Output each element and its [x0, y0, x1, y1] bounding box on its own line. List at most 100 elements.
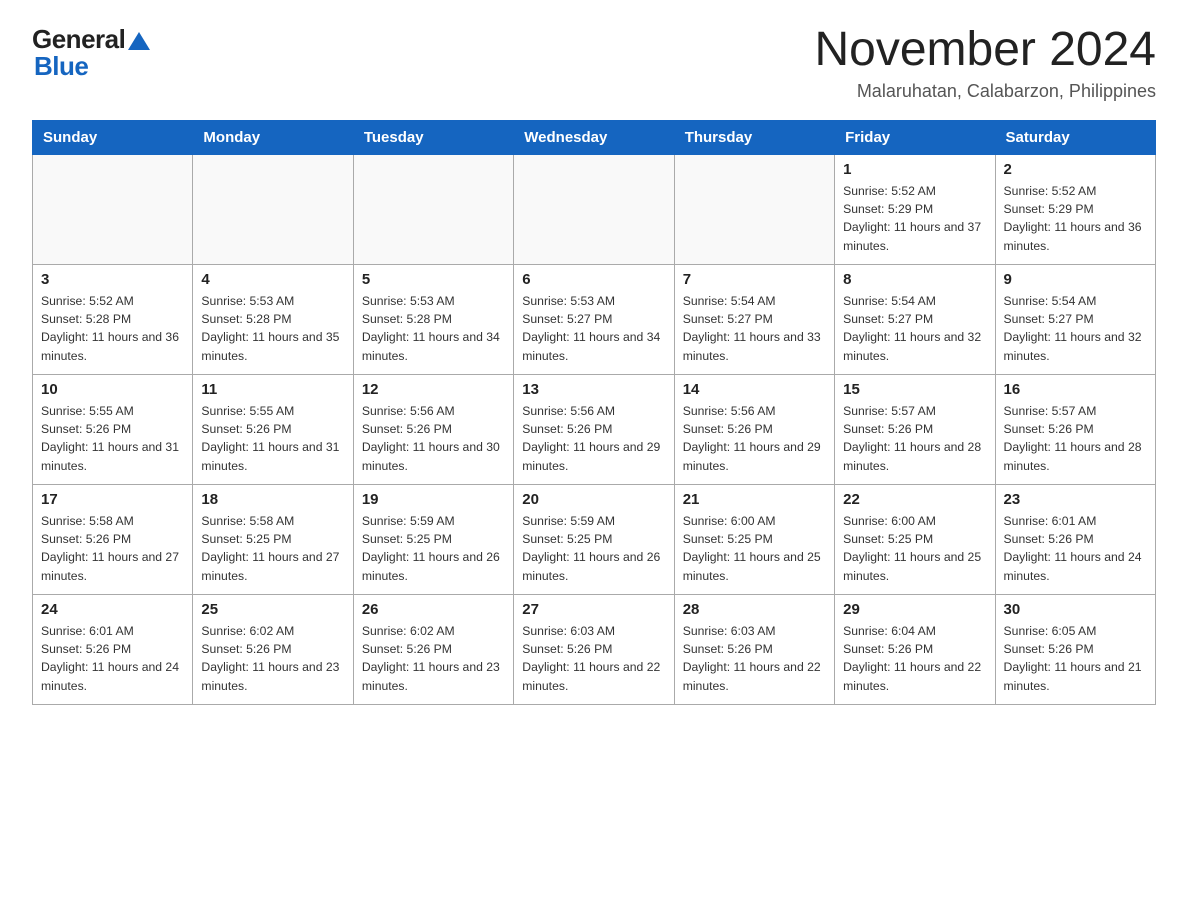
week-row-5: 24 Sunrise: 6:01 AMSunset: 5:26 PMDayligh… — [33, 594, 1156, 704]
calendar-cell: 10Sunrise: 5:55 AMSunset: 5:26 PMDayligh… — [33, 374, 193, 484]
week-row-1: 1Sunrise: 5:52 AMSunset: 5:29 PMDaylight… — [33, 154, 1156, 264]
week-row-4: 17 Sunrise: 5:58 AMSunset: 5:26 PMDayligh… — [33, 484, 1156, 594]
location-subtitle: Malaruhatan, Calabarzon, Philippines — [814, 81, 1156, 102]
day-header-wednesday: Wednesday — [514, 120, 674, 154]
day-number: 1 — [843, 161, 986, 178]
calendar-cell: 19 Sunrise: 5:59 AMSunset: 5:25 PMDayligh… — [353, 484, 513, 594]
day-number: 13 — [522, 381, 665, 398]
sun-info: Sunrise: 6:02 AMSunset: 5:26 PMDaylight:… — [362, 622, 505, 695]
day-number: 3 — [41, 271, 184, 288]
calendar-cell: 2Sunrise: 5:52 AMSunset: 5:29 PMDaylight… — [995, 154, 1155, 264]
day-number: 2 — [1004, 161, 1147, 178]
calendar-cell: 9Sunrise: 5:54 AMSunset: 5:27 PMDaylight… — [995, 264, 1155, 374]
day-number: 7 — [683, 271, 826, 288]
calendar-cell: 7 Sunrise: 5:54 AMSunset: 5:27 PMDaylight… — [674, 264, 834, 374]
page-header: General Blue November 2024 Malaruhatan, … — [32, 24, 1156, 102]
calendar-cell: 18 Sunrise: 5:58 AMSunset: 5:25 PMDayligh… — [193, 484, 353, 594]
day-number: 8 — [843, 271, 986, 288]
calendar-cell: 6 Sunrise: 5:53 AMSunset: 5:27 PMDaylight… — [514, 264, 674, 374]
calendar-table: SundayMondayTuesdayWednesdayThursdayFrid… — [32, 120, 1156, 705]
calendar-cell — [514, 154, 674, 264]
month-title: November 2024 — [814, 24, 1156, 77]
sun-info: Sunrise: 6:01 AMSunset: 5:26 PMDaylight:… — [1004, 512, 1147, 585]
day-number: 4 — [201, 271, 344, 288]
sun-info: Sunrise: 6:04 AMSunset: 5:26 PMDaylight:… — [843, 622, 986, 695]
calendar-cell: 15Sunrise: 5:57 AMSunset: 5:26 PMDayligh… — [835, 374, 995, 484]
day-number: 10 — [41, 381, 184, 398]
calendar-cell: 17 Sunrise: 5:58 AMSunset: 5:26 PMDayligh… — [33, 484, 193, 594]
day-number: 26 — [362, 601, 505, 618]
sun-info: Sunrise: 6:01 AMSunset: 5:26 PMDaylight:… — [41, 622, 184, 695]
day-number: 17 — [41, 491, 184, 508]
calendar-cell: 28 Sunrise: 6:03 AMSunset: 5:26 PMDayligh… — [674, 594, 834, 704]
day-number: 23 — [1004, 491, 1147, 508]
calendar-cell: 25Sunrise: 6:02 AMSunset: 5:26 PMDayligh… — [193, 594, 353, 704]
day-header-row: SundayMondayTuesdayWednesdayThursdayFrid… — [33, 120, 1156, 154]
sun-info: Sunrise: 5:54 AMSunset: 5:27 PMDaylight:… — [683, 292, 826, 365]
logo-blue-text: Blue — [34, 51, 88, 82]
day-number: 9 — [1004, 271, 1147, 288]
day-number: 14 — [683, 381, 826, 398]
calendar-cell — [674, 154, 834, 264]
calendar-cell: 8 Sunrise: 5:54 AMSunset: 5:27 PMDaylight… — [835, 264, 995, 374]
sun-info: Sunrise: 5:56 AMSunset: 5:26 PMDaylight:… — [522, 402, 665, 475]
day-number: 20 — [522, 491, 665, 508]
calendar-cell: 13 Sunrise: 5:56 AMSunset: 5:26 PMDayligh… — [514, 374, 674, 484]
logo-flag-icon — [128, 30, 150, 52]
day-number: 16 — [1004, 381, 1147, 398]
day-number: 12 — [362, 381, 505, 398]
sun-info: Sunrise: 5:59 AMSunset: 5:25 PMDaylight:… — [362, 512, 505, 585]
calendar-cell: 4 Sunrise: 5:53 AMSunset: 5:28 PMDaylight… — [193, 264, 353, 374]
calendar-cell: 22 Sunrise: 6:00 AMSunset: 5:25 PMDayligh… — [835, 484, 995, 594]
sun-info: Sunrise: 5:57 AMSunset: 5:26 PMDaylight:… — [1004, 402, 1147, 475]
calendar-cell — [33, 154, 193, 264]
day-number: 6 — [522, 271, 665, 288]
calendar-cell: 30Sunrise: 6:05 AMSunset: 5:26 PMDayligh… — [995, 594, 1155, 704]
sun-info: Sunrise: 5:54 AMSunset: 5:27 PMDaylight:… — [843, 292, 986, 365]
sun-info: Sunrise: 5:53 AMSunset: 5:28 PMDaylight:… — [362, 292, 505, 365]
calendar-cell: 21Sunrise: 6:00 AMSunset: 5:25 PMDayligh… — [674, 484, 834, 594]
sun-info: Sunrise: 5:52 AMSunset: 5:28 PMDaylight:… — [41, 292, 184, 365]
day-number: 18 — [201, 491, 344, 508]
day-number: 5 — [362, 271, 505, 288]
calendar-cell: 29 Sunrise: 6:04 AMSunset: 5:26 PMDayligh… — [835, 594, 995, 704]
sun-info: Sunrise: 6:00 AMSunset: 5:25 PMDaylight:… — [843, 512, 986, 585]
day-header-sunday: Sunday — [33, 120, 193, 154]
day-number: 30 — [1004, 601, 1147, 618]
sun-info: Sunrise: 5:56 AMSunset: 5:26 PMDaylight:… — [683, 402, 826, 475]
day-number: 19 — [362, 491, 505, 508]
day-header-tuesday: Tuesday — [353, 120, 513, 154]
day-number: 22 — [843, 491, 986, 508]
calendar-cell — [193, 154, 353, 264]
calendar-cell: 27Sunrise: 6:03 AMSunset: 5:26 PMDayligh… — [514, 594, 674, 704]
sun-info: Sunrise: 6:03 AMSunset: 5:26 PMDaylight:… — [683, 622, 826, 695]
day-header-monday: Monday — [193, 120, 353, 154]
calendar-body: 1Sunrise: 5:52 AMSunset: 5:29 PMDaylight… — [33, 154, 1156, 704]
sun-info: Sunrise: 5:59 AMSunset: 5:25 PMDaylight:… — [522, 512, 665, 585]
day-header-friday: Friday — [835, 120, 995, 154]
day-number: 29 — [843, 601, 986, 618]
calendar-header: SundayMondayTuesdayWednesdayThursdayFrid… — [33, 120, 1156, 154]
calendar-cell: 1Sunrise: 5:52 AMSunset: 5:29 PMDaylight… — [835, 154, 995, 264]
day-number: 27 — [522, 601, 665, 618]
calendar-cell: 5 Sunrise: 5:53 AMSunset: 5:28 PMDaylight… — [353, 264, 513, 374]
sun-info: Sunrise: 5:58 AMSunset: 5:26 PMDaylight:… — [41, 512, 184, 585]
sun-info: Sunrise: 5:58 AMSunset: 5:25 PMDaylight:… — [201, 512, 344, 585]
calendar-cell: 20 Sunrise: 5:59 AMSunset: 5:25 PMDayligh… — [514, 484, 674, 594]
day-number: 21 — [683, 491, 826, 508]
day-header-thursday: Thursday — [674, 120, 834, 154]
calendar-cell: 14 Sunrise: 5:56 AMSunset: 5:26 PMDayligh… — [674, 374, 834, 484]
sun-info: Sunrise: 6:02 AMSunset: 5:26 PMDaylight:… — [201, 622, 344, 695]
calendar-cell: 23 Sunrise: 6:01 AMSunset: 5:26 PMDayligh… — [995, 484, 1155, 594]
sun-info: Sunrise: 5:53 AMSunset: 5:28 PMDaylight:… — [201, 292, 344, 365]
sun-info: Sunrise: 5:56 AMSunset: 5:26 PMDaylight:… — [362, 402, 505, 475]
calendar-cell: 12 Sunrise: 5:56 AMSunset: 5:26 PMDayligh… — [353, 374, 513, 484]
sun-info: Sunrise: 5:53 AMSunset: 5:27 PMDaylight:… — [522, 292, 665, 365]
logo: General Blue — [32, 24, 150, 82]
day-number: 28 — [683, 601, 826, 618]
sun-info: Sunrise: 5:55 AMSunset: 5:26 PMDaylight:… — [201, 402, 344, 475]
day-number: 24 — [41, 601, 184, 618]
calendar-cell — [353, 154, 513, 264]
day-number: 11 — [201, 381, 344, 398]
calendar-cell: 26 Sunrise: 6:02 AMSunset: 5:26 PMDayligh… — [353, 594, 513, 704]
